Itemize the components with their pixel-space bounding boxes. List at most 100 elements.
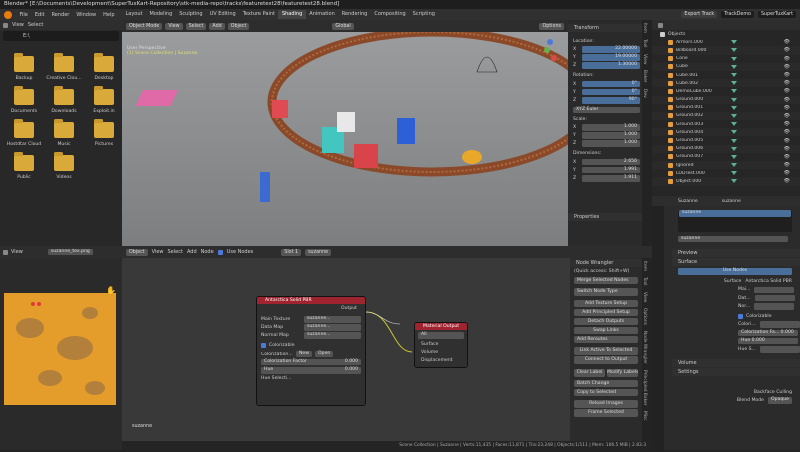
eye-icon[interactable]: 👁: [784, 154, 790, 160]
add-reroutes-button[interactable]: Add Reroutes: [574, 335, 638, 344]
transform-rotation-field[interactable]: 0°: [582, 80, 640, 88]
eye-icon[interactable]: 👁: [784, 178, 790, 184]
workspace-tab-animation[interactable]: Animation: [306, 10, 339, 19]
transform-scale-field[interactable]: 1.000: [582, 140, 640, 147]
outliner-item[interactable]: Ground.003 👁: [652, 120, 800, 128]
outliner-item[interactable]: Cube.001 👁: [652, 71, 800, 79]
outliner-item[interactable]: Cube.002 👁: [652, 79, 800, 88]
view-menu[interactable]: View: [12, 22, 24, 28]
use-nodes-checkbox[interactable]: [217, 249, 223, 255]
npanel-tab-baker[interactable]: Baker: [642, 67, 647, 86]
workspace-tab-compositing[interactable]: Compositing: [371, 10, 409, 19]
workspace-tab-layout[interactable]: Layout: [122, 10, 146, 19]
nw-tab-options[interactable]: Options: [642, 305, 647, 328]
properties-header[interactable]: Properties: [568, 213, 642, 221]
euler-dropdown[interactable]: XYZ Euler: [573, 106, 640, 113]
3d-viewport[interactable]: User Perspective (1) Scene Collection | …: [122, 32, 568, 246]
nw-button-swap-links[interactable]: Swap Links: [574, 326, 638, 335]
transform-dimensions-field[interactable]: 1.991: [582, 166, 640, 174]
outliner-item[interactable]: Ground.002 👁: [652, 111, 800, 121]
eye-icon[interactable]: 👁: [784, 64, 790, 70]
menu-file[interactable]: File: [16, 12, 31, 18]
menu-render[interactable]: Render: [48, 12, 73, 18]
node-wrangler-header[interactable]: Node Wrangler: [570, 259, 642, 267]
eye-icon[interactable]: 👁: [784, 170, 790, 176]
menu-edit[interactable]: Edit: [31, 12, 48, 18]
workspace-tab-rendering[interactable]: Rendering: [338, 10, 371, 19]
viewport-options[interactable]: Options: [539, 22, 564, 30]
material-name-field[interactable]: suzanne: [678, 235, 788, 243]
node-editor-type-dropdown[interactable]: Object: [126, 248, 148, 256]
outliner-item[interactable]: Ignored 👁: [652, 161, 800, 170]
folder-item[interactable]: Public: [4, 152, 44, 180]
scene-selector[interactable]: TrackDemo: [721, 11, 754, 18]
outliner-item[interactable]: Cone 👁: [652, 55, 800, 63]
outliner-item[interactable]: LODTest.000 👁: [652, 169, 800, 177]
outliner-item[interactable]: DemoCube.000 👁: [652, 87, 800, 95]
workspace-tab-uv-editing[interactable]: UV Editing: [206, 10, 239, 19]
vp-menu-select[interactable]: Select: [185, 22, 207, 30]
image-view-menu[interactable]: View: [11, 249, 23, 255]
nw-tab-item[interactable]: Item: [642, 258, 647, 274]
transform-scale-field[interactable]: 1.000: [582, 132, 640, 139]
transform-rotation-field[interactable]: 0°: [582, 88, 640, 96]
eye-icon[interactable]: 👁: [784, 56, 790, 62]
eye-icon[interactable]: 👁: [784, 39, 790, 45]
node-antarctica-pbr[interactable]: Antarctica Solid PBR Output Main Texture…: [256, 296, 366, 406]
outliner-item[interactable]: Ground.006 👁: [652, 144, 800, 153]
preview-section[interactable]: Preview: [672, 249, 800, 258]
link-active-button[interactable]: Link Active To Selected: [574, 347, 638, 355]
folder-item[interactable]: Documents: [4, 86, 44, 114]
modify-labels-button[interactable]: Modify Labels: [607, 369, 638, 377]
workspace-tab-sculpting[interactable]: Sculpting: [176, 10, 206, 19]
transform-location-field[interactable]: 1.30000: [582, 62, 640, 69]
eye-icon[interactable]: 👁: [784, 121, 790, 127]
use-nodes-button[interactable]: Use Nodes: [678, 268, 792, 275]
hue-s-field[interactable]: [759, 346, 800, 353]
material-dropdown[interactable]: suzanne: [305, 248, 332, 256]
nw-tab-misc[interactable]: Misc: [642, 408, 647, 424]
path-field[interactable]: E:\: [3, 31, 119, 41]
transform-dimensions-field[interactable]: 2.656: [582, 158, 640, 166]
transform-scale-field[interactable]: 1.000: [582, 124, 640, 131]
node-editor[interactable]: Antarctica Solid PBR Output Main Texture…: [122, 258, 570, 450]
outliner-item[interactable]: Ground.007 👁: [652, 153, 800, 161]
data-map-field[interactable]: [754, 294, 795, 302]
nw-button-add-principled-setup[interactable]: Add Principled Setup: [574, 308, 638, 317]
workspace-tab-shading[interactable]: Shading: [278, 10, 306, 19]
outliner-item[interactable]: Ground.000 👁: [652, 95, 800, 104]
node-material-output[interactable]: Material Output All Surface Volume Displ…: [414, 322, 468, 368]
outliner-item[interactable]: Ground.001 👁: [652, 104, 800, 112]
node-menu-node[interactable]: Node: [201, 249, 214, 255]
node-menu-select[interactable]: Select: [168, 249, 183, 255]
node-input-field[interactable]: suzanne...: [304, 332, 361, 339]
select-menu[interactable]: Select: [28, 22, 43, 28]
blend-mode-dropdown[interactable]: Opaque: [767, 397, 792, 404]
node-input-field[interactable]: suzanne...: [304, 316, 361, 323]
menu-window[interactable]: Window: [73, 12, 100, 18]
switch-node-type-button[interactable]: Switch Node Type: [574, 288, 638, 296]
nw-tab-node-wrangler[interactable]: Node Wrangler: [642, 328, 647, 367]
folder-item[interactable]: Music: [44, 119, 84, 147]
blender-logo-icon[interactable]: [4, 10, 12, 19]
eye-icon[interactable]: 👁: [784, 138, 790, 144]
node-open-button[interactable]: Open: [315, 350, 334, 358]
folder-item[interactable]: Exploit.in: [84, 86, 124, 114]
merge-selected-button[interactable]: Merge Selected Nodes: [574, 276, 638, 285]
hand-pan-icon[interactable]: ✋: [106, 286, 116, 295]
npanel-tab-item[interactable]: Item: [642, 20, 647, 36]
workspace-tab-texture-paint[interactable]: Texture Paint: [239, 10, 278, 19]
surface-section[interactable]: Surface: [672, 258, 800, 267]
nw-tab-view[interactable]: View: [642, 289, 647, 305]
normal-map-field[interactable]: [754, 303, 795, 310]
colorizable-checkbox[interactable]: [738, 314, 743, 320]
workspace-tab-scripting[interactable]: Scripting: [409, 10, 438, 19]
transform-location-field[interactable]: 19.00000: [582, 54, 640, 61]
colori-field[interactable]: [759, 321, 800, 328]
batch-change-button[interactable]: Batch Change: [574, 379, 638, 388]
editor-type-icon[interactable]: [3, 22, 8, 28]
folder-item[interactable]: Desktop: [84, 53, 124, 81]
folder-item[interactable]: Downloads: [44, 86, 84, 114]
export-track-button[interactable]: Export Track: [681, 11, 718, 18]
clear-label-button[interactable]: Clear Label: [574, 369, 605, 377]
